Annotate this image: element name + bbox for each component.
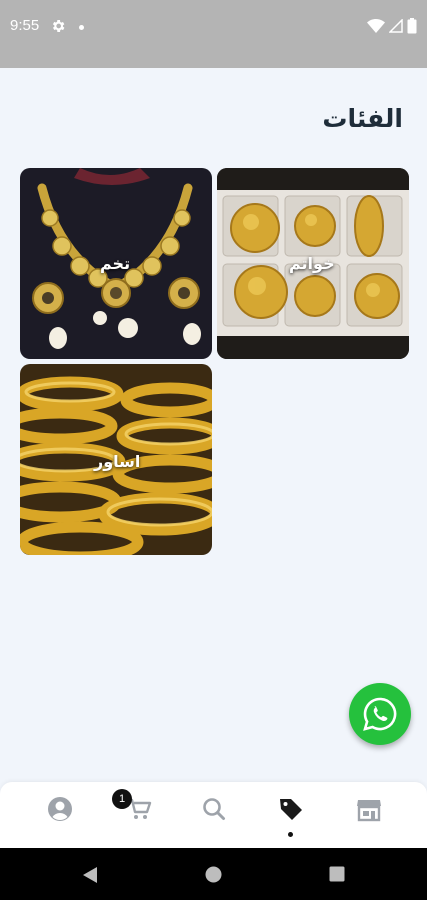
home-icon[interactable] (205, 866, 222, 883)
signal-icon (389, 19, 403, 33)
nav-store[interactable] (354, 794, 384, 824)
settings-gear-icon (52, 20, 65, 32)
status-time: 9:55 (10, 17, 40, 34)
status-bar: 9:55 (0, 0, 427, 68)
search-icon (203, 798, 225, 820)
whatsapp-icon (363, 697, 397, 731)
category-tile-rings[interactable]: خواتم (217, 168, 409, 359)
recents-icon[interactable] (329, 866, 345, 882)
category-label: خواتم (289, 254, 335, 273)
category-label: اساور (94, 452, 141, 471)
active-indicator (288, 832, 293, 837)
category-tile-necklace[interactable]: تخم (20, 168, 212, 359)
back-icon[interactable] (82, 866, 98, 884)
store-icon (357, 800, 381, 822)
wifi-icon (367, 19, 385, 33)
battery-icon (407, 18, 417, 34)
system-navigation-bar (0, 848, 427, 900)
bottom-navigation: 1 (0, 782, 427, 848)
notification-dot-icon (79, 25, 84, 30)
person-icon (48, 797, 72, 821)
cart-count-badge: 1 (112, 789, 132, 809)
category-label: تخم (100, 254, 131, 273)
nav-cart[interactable]: 1 (112, 789, 154, 824)
category-tile-bracelets[interactable]: اساور (20, 364, 212, 555)
whatsapp-button[interactable] (349, 683, 411, 745)
status-icons (367, 18, 417, 34)
page-title: الفئات (322, 104, 403, 133)
tag-icon (280, 799, 302, 820)
nav-profile[interactable] (45, 794, 75, 824)
nav-categories[interactable] (276, 794, 306, 824)
nav-search[interactable] (199, 794, 229, 824)
